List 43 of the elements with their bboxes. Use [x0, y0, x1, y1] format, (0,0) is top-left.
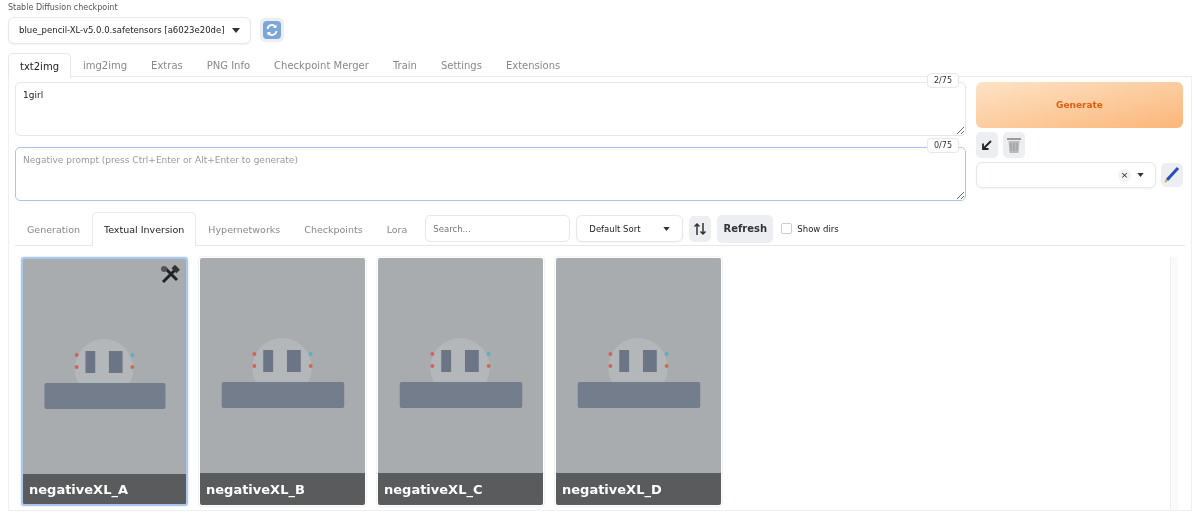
refresh-button[interactable]: Refresh	[717, 214, 774, 243]
tab[interactable]: Checkpoint Merger	[262, 53, 381, 77]
model-card[interactable]: negativeXL_C	[377, 257, 544, 506]
checkpoint-label: Stable Diffusion checkpoint	[8, 3, 119, 14]
model-card[interactable]: negativeXL_D	[555, 257, 722, 506]
refresh-icon	[263, 21, 281, 39]
model-card[interactable]: negativeXL_A	[21, 257, 188, 506]
card-title: negativeXL_B	[206, 481, 305, 497]
clear-styles-button[interactable]: ×	[1118, 168, 1131, 182]
sort-order-button[interactable]	[689, 215, 712, 242]
tab[interactable]: PNG Info	[194, 53, 263, 77]
tab[interactable]: Generation	[15, 212, 92, 245]
sort-icon	[693, 221, 708, 236]
checkbox-label: Show dirs	[797, 223, 839, 234]
card-title: negativeXL_A	[29, 481, 128, 497]
model-card[interactable]: negativeXL_B	[199, 257, 366, 506]
tab[interactable]: Hypernetworks	[196, 212, 293, 245]
tools-icon[interactable]	[160, 265, 180, 285]
checkbox[interactable]	[781, 223, 793, 234]
card-title: negativeXL_C	[384, 481, 483, 497]
edit-styles-button[interactable]	[1161, 163, 1183, 187]
tab[interactable]: Lora	[374, 212, 420, 245]
checkpoint-dropdown[interactable]: blue_pencil-XL-v5.0.0.safetensors [a6023e20de]	[8, 16, 251, 44]
clear-button[interactable]	[1003, 132, 1025, 158]
sort-dropdown[interactable]: Default Sort	[576, 215, 684, 242]
caret-icon	[663, 226, 671, 231]
tab[interactable]: Extras	[139, 53, 195, 77]
arrow-icon	[981, 139, 993, 151]
tab[interactable]: Settings	[428, 53, 494, 77]
search-field[interactable]: Search...	[425, 215, 571, 242]
tab[interactable]: img2img	[71, 53, 140, 77]
pencil-icon	[1164, 167, 1180, 183]
tab[interactable]: Checkpoints	[292, 212, 375, 245]
trash-icon	[1007, 137, 1021, 153]
card-title: negativeXL_D	[562, 481, 662, 497]
paste-button[interactable]	[976, 132, 998, 158]
tab[interactable]: txt2img	[8, 53, 71, 78]
tab[interactable]: Extensions	[493, 53, 573, 77]
tab[interactable]: Train	[380, 53, 429, 77]
caret-icon	[1137, 173, 1144, 177]
tab[interactable]: Textual Inversion	[92, 212, 197, 246]
styles-dropdown[interactable]: ×	[976, 162, 1156, 188]
caret-icon	[232, 27, 240, 33]
